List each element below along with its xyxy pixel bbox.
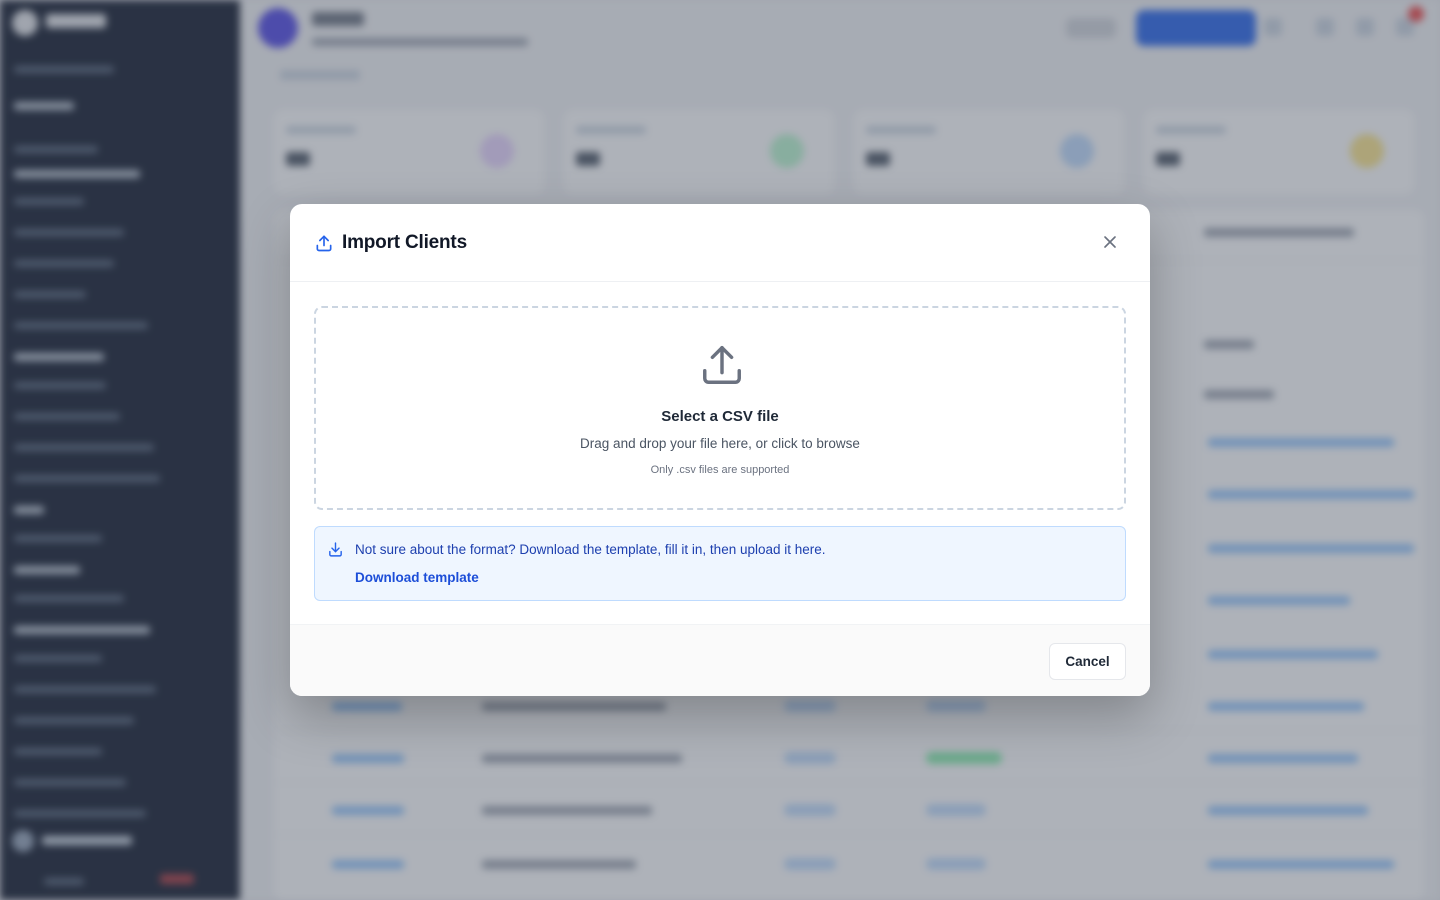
modal-title: Import Clients	[342, 232, 467, 253]
upload-icon	[703, 346, 741, 384]
template-info-box: Not sure about the format? Download the …	[314, 526, 1126, 601]
cancel-button[interactable]: Cancel	[1049, 643, 1126, 680]
close-icon[interactable]	[1100, 232, 1120, 252]
download-template-link[interactable]: Download template	[355, 570, 479, 585]
import-clients-modal: Import Clients Select a CSV file Drag an…	[290, 204, 1150, 696]
modal-footer: Cancel	[290, 624, 1150, 696]
download-icon	[329, 542, 342, 557]
upload-icon	[316, 235, 332, 252]
dropzone-subtitle: Drag and drop your file here, or click t…	[580, 436, 860, 451]
csv-dropzone[interactable]: Select a CSV file Drag and drop your fil…	[314, 306, 1126, 510]
dropzone-note: Only .csv files are supported	[650, 464, 790, 476]
modal-header: Import Clients	[290, 204, 1150, 282]
dropzone-title: Select a CSV file	[661, 408, 779, 425]
template-info-text: Not sure about the format? Download the …	[355, 542, 826, 557]
